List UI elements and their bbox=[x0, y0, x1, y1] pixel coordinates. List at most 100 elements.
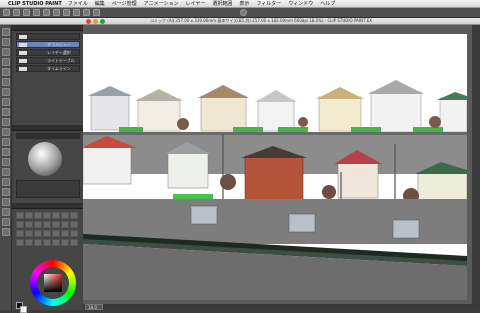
vertical-scrollbar[interactable] bbox=[472, 25, 480, 310]
brush-size-slider[interactable] bbox=[16, 133, 80, 139]
panel-tab-layer[interactable] bbox=[12, 25, 83, 31]
airbrush-icon[interactable] bbox=[2, 118, 10, 126]
menu-edit[interactable]: 編集 bbox=[95, 0, 105, 7]
brush-size-cell[interactable] bbox=[25, 221, 33, 228]
drawing-canvas[interactable] bbox=[83, 34, 467, 300]
menu-filter[interactable]: フィルター bbox=[256, 0, 281, 7]
brush-size-cell[interactable] bbox=[43, 221, 51, 228]
new-icon[interactable] bbox=[3, 9, 10, 16]
brush-size-cell[interactable] bbox=[25, 212, 33, 219]
saturation-value-square[interactable] bbox=[44, 274, 62, 292]
brush-size-cell[interactable] bbox=[52, 230, 60, 237]
layer-row[interactable]: タイムライン bbox=[16, 65, 80, 72]
snap-grid-icon[interactable] bbox=[83, 9, 90, 16]
canvas-area: 18.0 bbox=[83, 25, 480, 310]
brush-size-cell[interactable] bbox=[43, 230, 51, 237]
redo-icon[interactable] bbox=[43, 9, 50, 16]
menu-help[interactable]: ヘルプ bbox=[320, 0, 335, 7]
eraser-icon[interactable] bbox=[2, 138, 10, 146]
canvas-status-bar: 18.0 bbox=[83, 304, 472, 310]
brush-size-cell[interactable] bbox=[16, 230, 24, 237]
tool-property-panel[interactable] bbox=[16, 180, 80, 198]
menu-selection[interactable]: 選択範囲 bbox=[212, 0, 232, 7]
snap-ruler-icon[interactable] bbox=[73, 9, 80, 16]
clear-icon[interactable] bbox=[53, 9, 60, 16]
panel-tab-brush-size[interactable] bbox=[12, 203, 83, 209]
brush-size-cell[interactable] bbox=[70, 221, 78, 228]
brush-size-cell[interactable] bbox=[43, 212, 51, 219]
zoom-icon[interactable] bbox=[2, 38, 10, 46]
manga-background-illustration bbox=[83, 34, 467, 300]
gradient-icon[interactable] bbox=[2, 168, 10, 176]
brush-size-cell[interactable] bbox=[25, 239, 33, 246]
layer-name: ライトテーブル bbox=[47, 58, 75, 63]
brush-size-cell[interactable] bbox=[70, 230, 78, 237]
blend-icon[interactable] bbox=[2, 148, 10, 156]
brush-size-cell[interactable] bbox=[52, 239, 60, 246]
layer-name: レイヤー選択 bbox=[47, 50, 71, 55]
minimize-window-icon[interactable] bbox=[93, 19, 98, 24]
eyedropper-icon[interactable] bbox=[2, 78, 10, 86]
zoom-value: 18.0 bbox=[88, 305, 97, 310]
wall-top-edge bbox=[83, 132, 467, 135]
app-menu[interactable]: CLIP STUDIO PAINT bbox=[8, 1, 62, 7]
snap-perspective-icon[interactable] bbox=[93, 9, 100, 16]
brush-size-cell[interactable] bbox=[43, 239, 51, 246]
brush-size-cell[interactable] bbox=[34, 221, 42, 228]
brush-size-cell[interactable] bbox=[25, 230, 33, 237]
brush-size-cell[interactable] bbox=[61, 230, 69, 237]
ruler-icon[interactable] bbox=[2, 198, 10, 206]
move-icon[interactable] bbox=[2, 48, 10, 56]
panel-tab-navigator[interactable] bbox=[12, 125, 83, 131]
brush-size-cell[interactable] bbox=[52, 212, 60, 219]
brush-size-cell[interactable] bbox=[34, 230, 42, 237]
menu-page[interactable]: ページ管理 bbox=[112, 0, 137, 7]
pencil-icon[interactable] bbox=[2, 98, 10, 106]
brush-size-cell[interactable] bbox=[16, 212, 24, 219]
zoom-window-icon[interactable] bbox=[100, 19, 105, 24]
layer-row[interactable]: ダブルビュー bbox=[16, 41, 80, 48]
lasso-icon[interactable] bbox=[2, 68, 10, 76]
close-window-icon[interactable] bbox=[86, 19, 91, 24]
brush-size-cell[interactable] bbox=[52, 221, 60, 228]
open-icon[interactable] bbox=[13, 9, 20, 16]
command-bar bbox=[0, 8, 480, 18]
brush-size-cell[interactable] bbox=[70, 239, 78, 246]
decoration-icon[interactable] bbox=[2, 128, 10, 136]
figure-icon[interactable] bbox=[2, 178, 10, 186]
correct-line-icon[interactable] bbox=[2, 228, 10, 236]
layer-thumbnail bbox=[19, 43, 27, 47]
select-icon[interactable] bbox=[2, 58, 10, 66]
menu-layer[interactable]: レイヤー bbox=[185, 0, 205, 7]
brush-size-cell[interactable] bbox=[34, 239, 42, 246]
brush-size-cell[interactable] bbox=[16, 239, 24, 246]
brush-size-cell[interactable] bbox=[16, 221, 24, 228]
menu-view[interactable]: 表示 bbox=[239, 0, 249, 7]
menu-animation[interactable]: アニメーション bbox=[144, 0, 179, 7]
balloon-icon[interactable] bbox=[2, 218, 10, 226]
layer-row[interactable]: ライトテーブル bbox=[16, 57, 80, 64]
save-icon[interactable] bbox=[23, 9, 30, 16]
undo-icon[interactable] bbox=[33, 9, 40, 16]
pen-icon[interactable] bbox=[2, 88, 10, 96]
text-icon[interactable] bbox=[2, 208, 10, 216]
layer-name: ダブルビュー bbox=[47, 42, 71, 47]
color-wheel[interactable] bbox=[30, 260, 76, 306]
clip-studio-icon[interactable] bbox=[240, 9, 247, 16]
layer-row[interactable]: レイヤー選択 bbox=[16, 49, 80, 56]
menu-window[interactable]: ウィンドウ bbox=[288, 0, 313, 7]
fill-icon[interactable] bbox=[2, 158, 10, 166]
frame-icon[interactable] bbox=[2, 188, 10, 196]
brush-size-cell[interactable] bbox=[70, 212, 78, 219]
brush-size-cell[interactable] bbox=[61, 212, 69, 219]
transform-icon[interactable] bbox=[63, 9, 70, 16]
brush-size-cell[interactable] bbox=[34, 212, 42, 219]
brush-icon[interactable] bbox=[2, 108, 10, 116]
layer-row[interactable] bbox=[16, 33, 80, 40]
cursor-icon[interactable] bbox=[2, 28, 10, 36]
brush-size-cell[interactable] bbox=[61, 239, 69, 246]
brush-size-cell[interactable] bbox=[61, 221, 69, 228]
zoom-field[interactable]: 18.0 bbox=[85, 304, 103, 310]
left-panel-dock: ダブルビュー レイヤー選択 ライトテーブル タイムライン bbox=[12, 25, 83, 313]
menu-file[interactable]: ファイル bbox=[68, 0, 88, 7]
